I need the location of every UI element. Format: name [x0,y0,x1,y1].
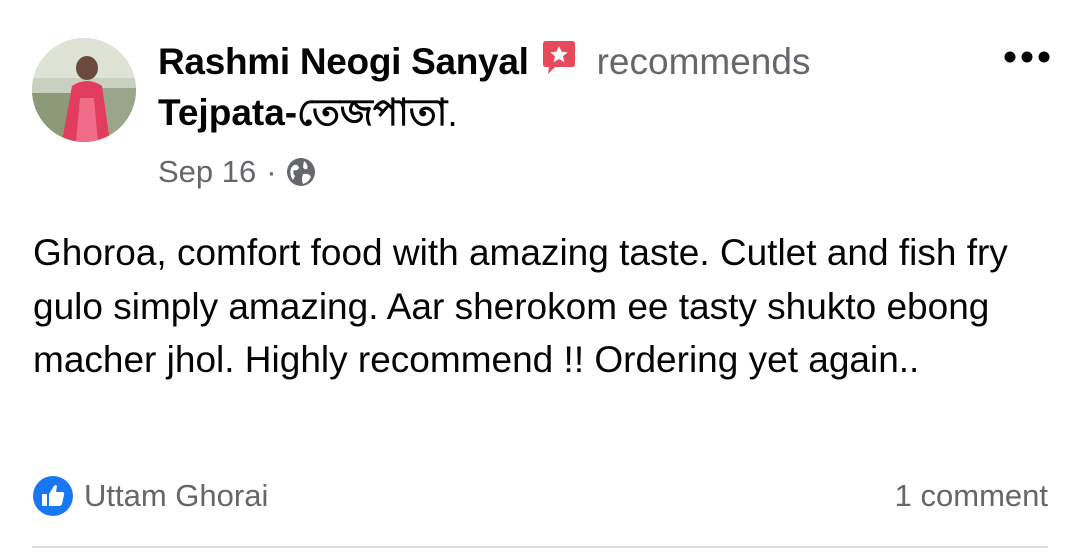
author-name[interactable]: Rashmi Neogi Sanyal [158,41,529,83]
reactions-summary[interactable]: Uttam Ghorai [32,475,268,517]
like-icon [32,475,74,517]
meta-separator: · [266,154,277,189]
reactor-name: Uttam Ghorai [84,478,269,513]
post-body: Ghoroa, comfort food with amazing taste.… [33,232,1008,380]
recommendation-badge-icon [539,38,579,78]
post-footer: Uttam Ghorai 1 comment [32,474,1048,518]
page-suffix: . [447,93,458,134]
avatar[interactable] [32,38,136,142]
post-header: Rashmi Neogi Sanyal recommends [158,38,810,86]
recommendation-post: Rashmi Neogi Sanyal recommends Tejpata-ত… [0,0,1080,558]
post-date[interactable]: Sep 16 [158,154,256,190]
action-text: recommends [596,41,811,82]
page-line: Tejpata-তেজপাতা. [158,90,458,138]
post-meta: Sep 16 · [158,152,317,192]
divider [32,546,1048,548]
page-name[interactable]: Tejpata-তেজপাতা [158,83,447,146]
globe-icon [285,156,317,188]
comment-count[interactable]: 1 comment [895,478,1048,514]
more-options-icon[interactable] [1004,50,1050,63]
avatar-photo [32,38,136,142]
